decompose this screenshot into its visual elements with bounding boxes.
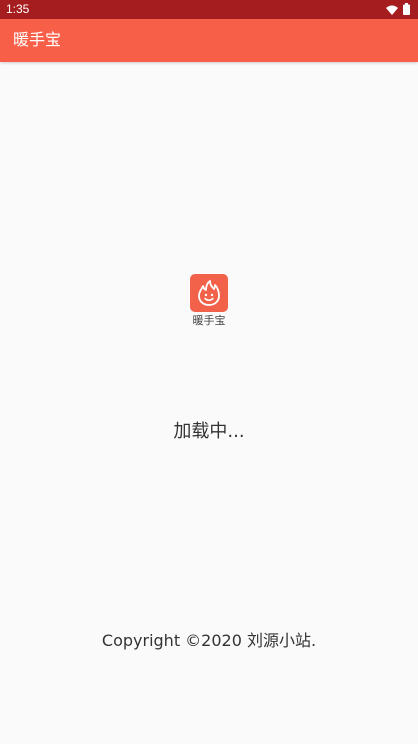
flame-smile-icon <box>190 274 228 312</box>
logo-label: 暖手宝 <box>192 314 226 327</box>
copyright-text: Copyright ©2020 刘源小站. <box>101 631 317 650</box>
screen: 1:35 暖手宝 暖手宝 加载中... Copyright ©2020 刘源小站… <box>0 0 418 744</box>
app-title: 暖手宝 <box>13 30 62 49</box>
battery-icon <box>403 0 410 19</box>
app-logo: 暖手宝 <box>189 274 229 327</box>
app-bar: 暖手宝 <box>0 19 418 62</box>
status-time: 1:35 <box>6 2 30 16</box>
wifi-icon <box>386 0 398 19</box>
status-icons <box>386 3 410 16</box>
status-bar: 1:35 <box>0 0 418 19</box>
loading-text: 加载中... <box>173 421 245 442</box>
